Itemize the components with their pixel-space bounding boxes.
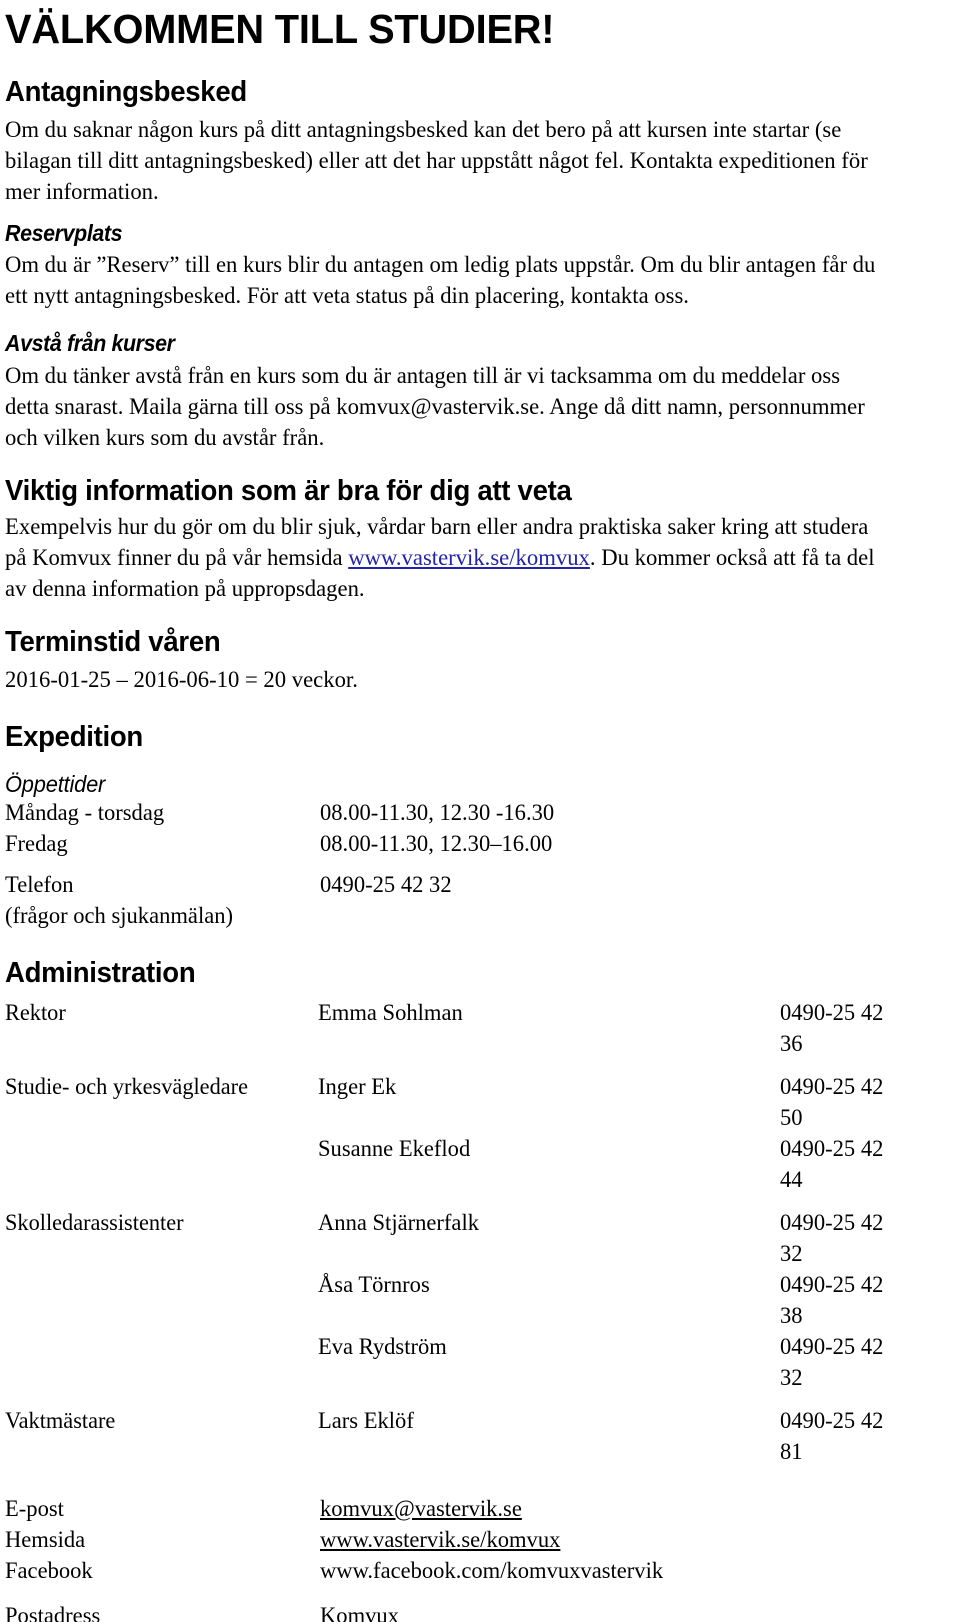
phone-value-expedition: 0490-25 42 32 [320, 871, 452, 898]
document-body: VÄLKOMMEN TILL STUDIER! Antagningsbesked… [5, 0, 915, 1622]
staff-role-rektor: Rektor [5, 999, 66, 1026]
paragraph-avsta-fran-kurser: Om du tänker avstå från en kurs som du ä… [5, 361, 883, 454]
hours-value-monday-thursday: 08.00-11.30, 12.30 -16.30 [320, 799, 555, 826]
hours-value-friday: 08.00-11.30, 12.30–16.00 [320, 830, 553, 857]
staff-row: Eva Rydström 0490-25 42 32 [5, 1332, 915, 1394]
heading-expedition: Expedition [5, 720, 143, 753]
staff-name: Åsa Törnros [318, 1271, 430, 1298]
inline-email-komvux: komvux@vastervik.se [336, 393, 540, 420]
staff-role-vaktmastare: Vaktmästare [5, 1407, 116, 1434]
hours-row-monday-thursday: Måndag - torsdag 08.00-11.30, 12.30 -16.… [5, 798, 915, 829]
staff-name: Anna Stjärnerfalk [318, 1209, 479, 1236]
hours-label-friday: Fredag [5, 830, 68, 857]
contact-value-email[interactable]: komvux@vastervik.se [320, 1496, 522, 1522]
staff-row: Studie- och yrkesvägledare Inger Ek 0490… [5, 1072, 915, 1134]
staff-phone: 0490-25 42 38 [780, 1271, 884, 1329]
heading-avsta-fran-kurser: Avstå från kurser [5, 330, 175, 357]
contact-label-postal: Postadress [5, 1602, 101, 1622]
heading-viktig-information: Viktig information som är bra för dig at… [5, 474, 572, 507]
contact-row-facebook: Facebook www.facebook.com/komvuxvastervi… [5, 1556, 915, 1587]
hours-label-monday-thursday: Måndag - torsdag [5, 799, 165, 826]
phone-row-expedition: Telefon 0490-25 42 32 [5, 870, 915, 901]
staff-row: Susanne Ekeflod 0490-25 42 44 [5, 1134, 915, 1196]
staff-phone: 0490-25 42 32 [780, 1209, 884, 1267]
staff-name: Emma Sohlman [318, 999, 463, 1026]
staff-row: Rektor Emma Sohlman 0490-25 42 36 [5, 998, 915, 1060]
staff-phone: 0490-25 42 50 [780, 1073, 884, 1131]
paragraph-antagningsbesked: Om du saknar någon kurs på ditt antagnin… [5, 116, 868, 205]
staff-name: Susanne Ekeflod [318, 1135, 471, 1162]
contact-row-postal: Postadress Komvux [5, 1601, 915, 1622]
contact-row-website: Hemsida www.vastervik.se/komvux [5, 1525, 915, 1556]
staff-name: Inger Ek [318, 1073, 397, 1100]
staff-row: Skolledarassistenter Anna Stjärnerfalk 0… [5, 1208, 915, 1270]
contact-value-postal-line1: Komvux [320, 1602, 399, 1622]
link-vastervik-komvux[interactable]: www.vastervik.se/komvux [348, 545, 590, 571]
paragraph-reservplats: Om du är ”Reserv” till en kurs blir du a… [5, 252, 876, 310]
heading-administration: Administration [5, 956, 196, 989]
phone-label-expedition: Telefon [5, 871, 74, 898]
heading-terminstid: Terminstid våren [5, 625, 221, 658]
staff-name: Lars Eklöf [318, 1407, 414, 1434]
staff-role-syv: Studie- och yrkesvägledare [5, 1073, 249, 1100]
staff-phone: 0490-25 42 32 [780, 1333, 884, 1391]
heading-antagningsbesked: Antagningsbesked [5, 76, 247, 109]
staff-row: Åsa Törnros 0490-25 42 38 [5, 1270, 915, 1332]
contact-label-email: E-post [5, 1495, 64, 1522]
contact-label-facebook: Facebook [5, 1557, 93, 1584]
staff-phone: 0490-25 42 44 [780, 1135, 884, 1193]
contact-row-email: E-post komvux@vastervik.se [5, 1494, 915, 1525]
contact-label-website: Hemsida [5, 1526, 86, 1553]
staff-row: Vaktmästare Lars Eklöf 0490-25 42 81 [5, 1406, 915, 1468]
staff-role-skolledarassistenter: Skolledarassistenter [5, 1209, 184, 1236]
staff-name: Eva Rydström [318, 1333, 447, 1360]
phone-sublabel-row: (frågor och sjukanmälan) [5, 901, 915, 932]
text-terminstid: 2016-01-25 – 2016-06-10 = 20 veckor. [5, 666, 358, 693]
subheading-oppettider: Öppettider [5, 771, 106, 798]
hours-row-friday: Fredag 08.00-11.30, 12.30–16.00 [5, 829, 915, 860]
page-title: VÄLKOMMEN TILL STUDIER! [5, 6, 555, 52]
heading-reservplats: Reservplats [5, 219, 123, 246]
phone-sublabel-expedition: (frågor och sjukanmälan) [5, 902, 234, 929]
paragraph-viktig-information: Exempelvis hur du gör om du blir sjuk, v… [5, 512, 883, 605]
contact-value-facebook: www.facebook.com/komvuxvastervik [320, 1557, 664, 1584]
staff-phone: 0490-25 42 81 [780, 1407, 884, 1465]
staff-phone: 0490-25 42 36 [780, 999, 884, 1057]
document-page: VÄLKOMMEN TILL STUDIER! Antagningsbesked… [0, 0, 960, 1622]
contact-value-website[interactable]: www.vastervik.se/komvux [320, 1527, 560, 1553]
